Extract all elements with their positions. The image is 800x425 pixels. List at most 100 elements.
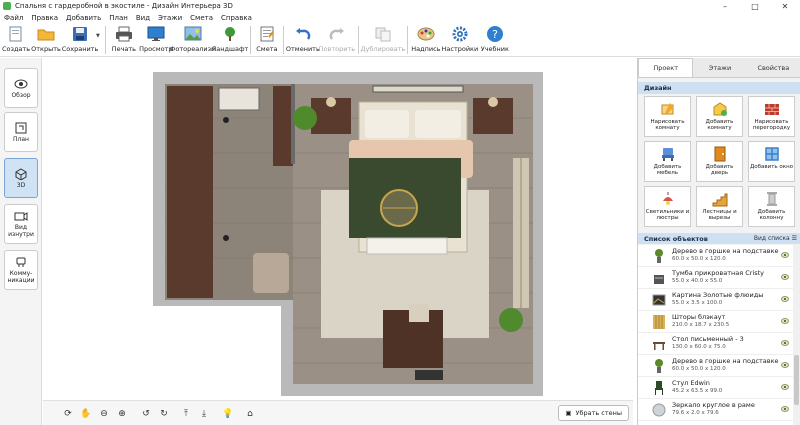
lighting-button[interactable]: Светильники и люстры bbox=[644, 186, 691, 227]
window-title: Спальня с гардеробной в экостиле - Дизай… bbox=[15, 2, 233, 10]
list-item[interactable]: Стул Edwin 45.2 x 63.5 x 99.0 bbox=[638, 377, 793, 399]
visibility-eye-icon[interactable] bbox=[781, 406, 789, 412]
tab-floors[interactable]: Этажи bbox=[693, 58, 746, 77]
undo-button[interactable]: Отменить bbox=[286, 23, 320, 56]
list-item[interactable]: Тумба прикроватная Cristy 55.0 x 40.0 x … bbox=[638, 267, 793, 289]
visibility-eye-icon[interactable] bbox=[781, 384, 789, 390]
tab-properties[interactable]: Свойства bbox=[747, 58, 800, 77]
list-item[interactable]: Шторы блэкаут 210.0 x 18.7 x 230.5 bbox=[638, 311, 793, 333]
object-list-scrollbar[interactable] bbox=[793, 245, 800, 425]
tutorial-button[interactable]: ? Учебник bbox=[479, 23, 511, 56]
list-item[interactable]: Дерево в горшке на подставке 60.0 x 50.0… bbox=[638, 245, 793, 267]
zoom-in-icon[interactable]: ⊕ bbox=[115, 407, 129, 421]
visibility-eye-icon[interactable] bbox=[781, 340, 789, 346]
label-button[interactable]: Надпись bbox=[411, 23, 441, 56]
tilt-up-icon[interactable]: ⤒ bbox=[179, 407, 193, 421]
maximize-icon[interactable]: □ bbox=[740, 0, 770, 12]
visibility-eye-icon[interactable] bbox=[781, 362, 789, 368]
plug-icon bbox=[16, 257, 26, 267]
add-furniture-button[interactable]: Добавить мебель bbox=[644, 141, 691, 182]
add-window-button[interactable]: Добавить окно bbox=[748, 141, 795, 182]
menu-edit[interactable]: Правка bbox=[27, 14, 62, 22]
toolbar-separator bbox=[282, 26, 284, 54]
draw-partition-button[interactable]: Нарисовать перегородку bbox=[748, 96, 795, 137]
partition-wall bbox=[291, 84, 295, 164]
minimize-icon[interactable]: – bbox=[710, 0, 740, 12]
draw-room-button[interactable]: Нарисовать комнату bbox=[644, 96, 691, 137]
stairs-icon bbox=[712, 193, 727, 207]
menu-estimate[interactable]: Смета bbox=[186, 14, 217, 22]
menu-help[interactable]: Справка bbox=[217, 14, 256, 22]
wardrobe-pouf[interactable] bbox=[253, 253, 289, 293]
wardrobe-shelf[interactable] bbox=[273, 86, 293, 166]
scrollbar-thumb[interactable] bbox=[794, 355, 799, 405]
zoom-out-icon[interactable]: ⊖ bbox=[97, 407, 111, 421]
svg-text:?: ? bbox=[492, 28, 498, 41]
nav-overview-button[interactable]: Обзор bbox=[4, 68, 38, 108]
list-item[interactable]: Картина Золотые флюиды 55.0 x 3.5 x 100.… bbox=[638, 289, 793, 311]
list-item[interactable]: Зеркало круглое в раме 79.6 x 2.0 x 79.6 bbox=[638, 399, 793, 421]
list-item[interactable]: Дерево в горшке на подставке 60.0 x 50.0… bbox=[638, 355, 793, 377]
tilt-down-icon[interactable]: ⤓ bbox=[197, 407, 211, 421]
open-button[interactable]: Открыть bbox=[30, 23, 62, 56]
room-render[interactable] bbox=[43, 58, 633, 400]
add-door-button[interactable]: Добавить дверь bbox=[696, 141, 743, 182]
bedroom-window[interactable] bbox=[372, 85, 464, 93]
desk-lamp bbox=[415, 370, 443, 380]
object-list-header: Список объектов Вид списка ☰ bbox=[638, 233, 800, 244]
close-icon[interactable]: ✕ bbox=[770, 0, 800, 12]
nightstand-icon bbox=[654, 275, 664, 284]
viewport-toolbar: ⟳ ✋ ⊖ ⊕ ↺ ↻ ⤒ ⤓ 💡 ⌂ ▣ Убрать стены bbox=[43, 400, 633, 425]
picture-icon bbox=[652, 294, 666, 306]
estimate-button[interactable]: Смета bbox=[254, 23, 280, 56]
window-icon bbox=[764, 147, 779, 161]
duplicate-button[interactable]: Дублировать bbox=[360, 23, 405, 56]
print-button[interactable]: Печать bbox=[109, 23, 139, 56]
redo-button[interactable]: Повторить bbox=[319, 23, 355, 56]
list-item[interactable]: Стол письменный - 3 130.0 x 60.0 x 75.0 bbox=[638, 333, 793, 355]
light-bulb-icon[interactable]: 💡 bbox=[221, 407, 235, 421]
palette-icon bbox=[416, 25, 436, 43]
menu-file[interactable]: Файл bbox=[0, 14, 27, 22]
add-column-button[interactable]: Добавить колонну bbox=[748, 186, 795, 227]
wardrobe-window[interactable] bbox=[218, 87, 260, 111]
bench[interactable] bbox=[366, 237, 448, 255]
visibility-eye-icon[interactable] bbox=[781, 274, 789, 280]
nav-plan-button[interactable]: План bbox=[4, 112, 38, 152]
list-view-toggle[interactable]: Вид списка ☰ bbox=[754, 235, 797, 242]
menu-add[interactable]: Добавить bbox=[62, 14, 105, 22]
visibility-eye-icon[interactable] bbox=[781, 318, 789, 324]
rotate-left-icon[interactable]: ↺ bbox=[139, 407, 153, 421]
plant[interactable] bbox=[293, 106, 317, 130]
add-room-button[interactable]: Добавить комнату bbox=[696, 96, 743, 137]
landscape-button[interactable]: Ландшафт bbox=[211, 23, 248, 56]
visibility-eye-icon[interactable] bbox=[781, 296, 789, 302]
save-dropdown-icon[interactable]: ▼ bbox=[96, 33, 100, 39]
menu-floors[interactable]: Этажи bbox=[154, 14, 186, 22]
stairs-button[interactable]: Лестницы и вырезы bbox=[696, 186, 743, 227]
tab-project[interactable]: Проект bbox=[638, 58, 694, 77]
floppy-icon bbox=[70, 25, 90, 43]
preview-button[interactable]: Просмотр bbox=[139, 23, 173, 56]
rotate-right-icon[interactable]: ↻ bbox=[157, 407, 171, 421]
desk-chair[interactable] bbox=[409, 304, 429, 322]
rotate-360-icon[interactable]: ⟳ bbox=[61, 407, 75, 421]
create-button[interactable]: Создать bbox=[2, 23, 30, 56]
nav-communications-button[interactable]: Комму-никации bbox=[4, 250, 38, 290]
plant[interactable] bbox=[499, 308, 523, 332]
menu-plan[interactable]: План bbox=[105, 14, 132, 22]
visibility-eye-icon[interactable] bbox=[781, 252, 789, 258]
redo-icon bbox=[327, 25, 347, 43]
settings-button[interactable]: Настройки bbox=[441, 23, 479, 56]
remove-walls-button[interactable]: ▣ Убрать стены bbox=[558, 405, 629, 421]
save-button[interactable]: Сохранить bbox=[62, 23, 98, 56]
pan-hand-icon[interactable]: ✋ bbox=[79, 407, 93, 421]
nav-3d-button[interactable]: 3D bbox=[4, 158, 38, 198]
nav-interior-view-button[interactable]: Вид изнутри bbox=[4, 204, 38, 244]
wardrobe-cabinet[interactable] bbox=[167, 86, 213, 298]
home-icon[interactable]: ⌂ bbox=[243, 407, 257, 421]
lamp-left bbox=[326, 97, 336, 107]
3d-viewport[interactable] bbox=[43, 58, 633, 425]
menu-view[interactable]: Вид bbox=[132, 14, 154, 22]
photoreal-button[interactable]: Фотореализм bbox=[170, 23, 216, 56]
